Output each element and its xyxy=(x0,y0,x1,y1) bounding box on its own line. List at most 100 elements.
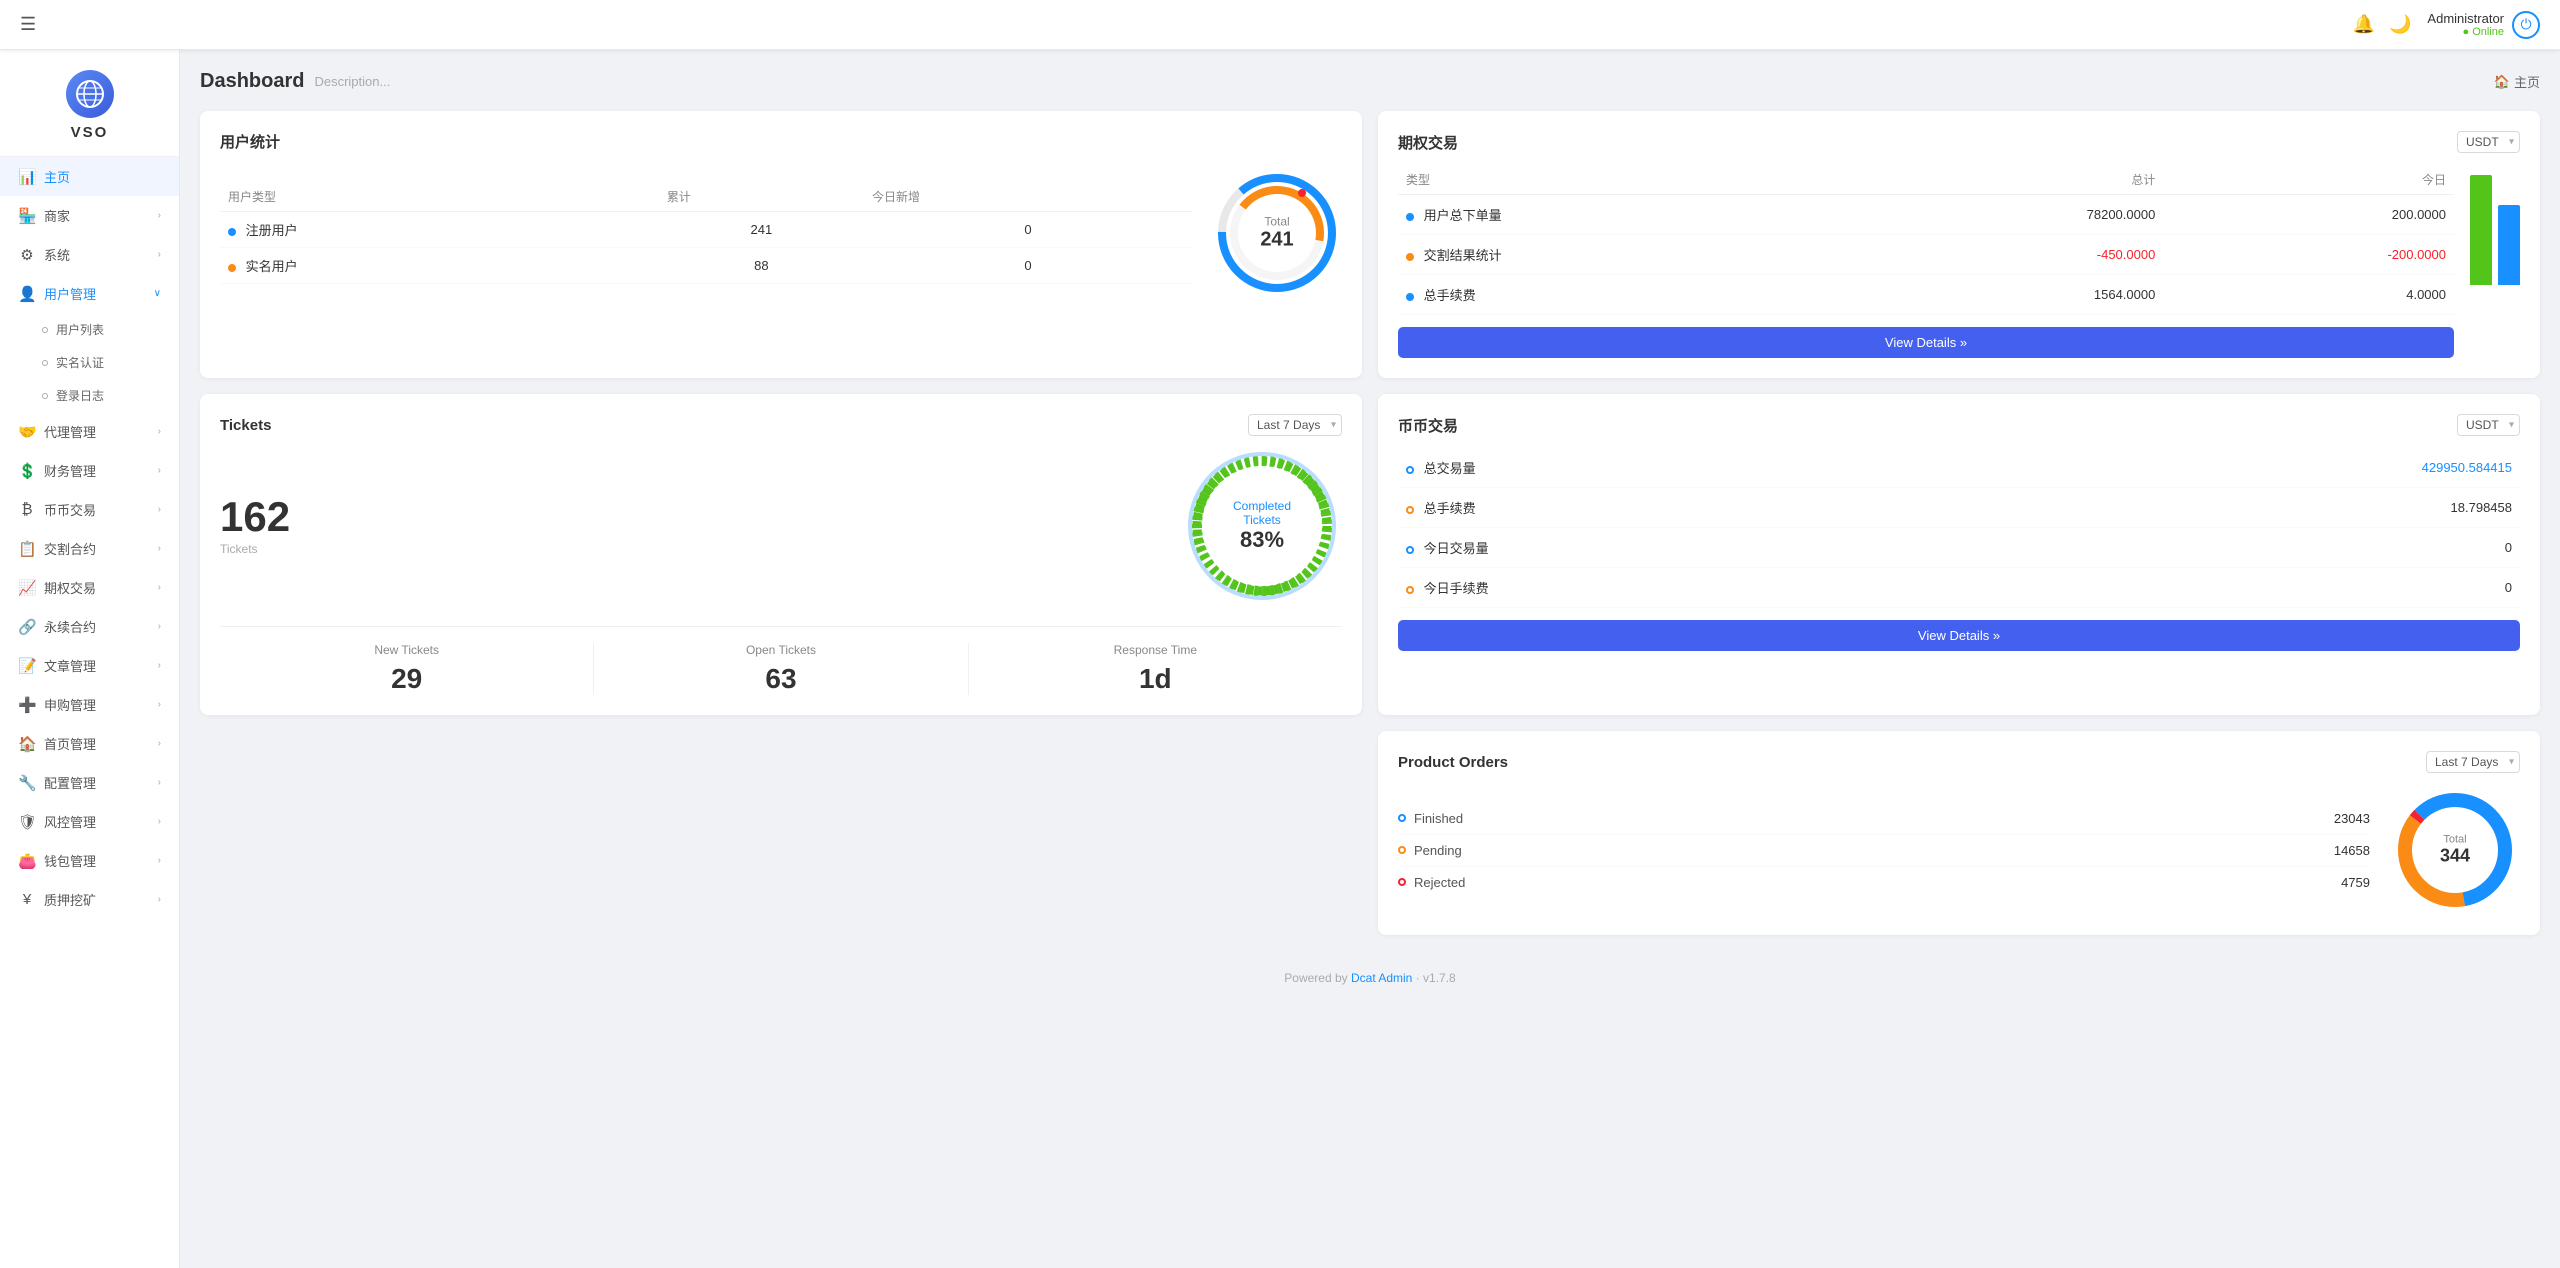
open-tickets-value: 63 xyxy=(594,663,967,695)
table-row: 用户总下单量 78200.0000 200.0000 xyxy=(1398,195,2454,235)
order-item-finished: Finished 23043 xyxy=(1398,803,2370,835)
sidebar-item-risk[interactable]: 🛡 风控管理 › xyxy=(0,802,179,841)
footer-text: Powered by xyxy=(1284,971,1347,985)
sidebar-subitem-userlist[interactable]: 用户列表 xyxy=(0,313,179,346)
tickets-header: Tickets Last 7 Days xyxy=(220,414,1342,436)
sidebar-logo: VSO xyxy=(0,50,179,157)
apply-icon: ➕ xyxy=(18,696,36,714)
sidebar-item-label: 用户管理 xyxy=(44,284,96,303)
user-info: Administrator ● Online ⏻ xyxy=(2427,11,2540,39)
sidebar-item-contract[interactable]: 📋 交割合约 › xyxy=(0,529,179,568)
power-button[interactable]: ⏻ xyxy=(2512,11,2540,39)
circular-label: Completed Tickets 83% xyxy=(1222,499,1302,553)
sidebar-subitem-login-log[interactable]: 登录日志 xyxy=(0,379,179,412)
open-tickets-label: Open Tickets xyxy=(594,643,967,657)
sidebar-item-label: 文章管理 xyxy=(44,656,96,675)
response-time-label: Response Time xyxy=(969,643,1342,657)
futures-table: 类型 总计 今日 用户总下单量 xyxy=(1398,165,2454,315)
coin-currency-select[interactable]: USDT xyxy=(2457,414,2520,436)
sidebar-item-label: 期权交易 xyxy=(44,578,96,597)
tickets-new-stat: New Tickets 29 xyxy=(220,643,594,695)
footer-link[interactable]: Dcat Admin xyxy=(1351,971,1412,985)
sidebar-item-mining[interactable]: ¥ 质押挖矿 › xyxy=(0,880,179,919)
coin-trading-card: 币币交易 USDT 总交易量 4299 xyxy=(1378,394,2540,715)
sidebar-subitem-realname[interactable]: 实名认证 xyxy=(0,346,179,379)
sidebar-item-label: 主页 xyxy=(44,167,70,186)
sidebar-item-homepage[interactable]: 🏠 首页管理 › xyxy=(0,724,179,763)
coin-title: 币币交易 xyxy=(1398,415,1458,436)
user-name: Administrator xyxy=(2427,11,2504,26)
config-icon: 🔧 xyxy=(18,774,36,792)
order-label: Finished xyxy=(1414,811,2334,826)
product-orders-title: Product Orders xyxy=(1398,754,1508,771)
order-dot xyxy=(1398,878,1406,886)
coin-view-details-button[interactable]: View Details » xyxy=(1398,620,2520,651)
sidebar-item-label: 钱包管理 xyxy=(44,851,96,870)
chevron-right-icon: › xyxy=(158,504,161,515)
order-item-pending: Pending 14658 xyxy=(1398,835,2370,867)
sidebar-item-user-mgmt[interactable]: 👤 用户管理 ∨ xyxy=(0,274,179,313)
sidebar-item-coin-trade[interactable]: ₿ 币币交易 › xyxy=(0,490,179,529)
home-breadcrumb[interactable]: 🏠 主页 xyxy=(2494,72,2540,91)
sidebar-item-label: 质押挖矿 xyxy=(44,890,96,909)
page-header-left: Dashboard Description... xyxy=(200,70,390,93)
user-stats-donut: Total 241 xyxy=(1212,168,1342,298)
main-content: Dashboard Description... 🏠 主页 用户统计 xyxy=(180,50,2560,1268)
user-stats-title: 用户统计 xyxy=(220,131,1342,152)
sidebar-item-perpetual[interactable]: 🔗 永续合约 › xyxy=(0,607,179,646)
sidebar-item-apply[interactable]: ➕ 申购管理 › xyxy=(0,685,179,724)
page-header: Dashboard Description... 🏠 主页 xyxy=(200,70,2540,93)
col-total: 累计 xyxy=(659,182,864,212)
dot-icon xyxy=(228,228,236,236)
sidebar-item-merchant[interactable]: 🏪 商家 › xyxy=(0,196,179,235)
user-status: ● Online xyxy=(2427,26,2504,38)
chevron-right-icon: › xyxy=(158,660,161,671)
sidebar-item-wallet[interactable]: 👛 钱包管理 › xyxy=(0,841,179,880)
sidebar-item-label: 首页管理 xyxy=(44,734,96,753)
topbar-left: ☰ xyxy=(20,14,36,35)
page-description: Description... xyxy=(314,74,390,89)
chevron-right-icon: › xyxy=(158,426,161,437)
coin-currency-select-wrap[interactable]: USDT xyxy=(2457,414,2520,436)
product-orders-content: Finished 23043 Pending 14658 Rejected 47… xyxy=(1398,785,2520,915)
tickets-title: Tickets xyxy=(220,417,271,434)
sidebar-item-article[interactable]: 📝 文章管理 › xyxy=(0,646,179,685)
notification-icon[interactable]: 🔔 xyxy=(2353,14,2375,35)
sub-dot-icon xyxy=(42,393,48,399)
sidebar-item-agent-mgmt[interactable]: 🤝 代理管理 › xyxy=(0,412,179,451)
futures-view-details-button[interactable]: View Details » xyxy=(1398,327,2454,358)
perpetual-icon: 🔗 xyxy=(18,618,36,636)
chevron-right-icon: › xyxy=(158,582,161,593)
sidebar-item-label: 交割合约 xyxy=(44,539,96,558)
chevron-right-icon: › xyxy=(158,738,161,749)
chevron-right-icon: › xyxy=(158,210,161,221)
tickets-filter-wrap[interactable]: Last 7 Days xyxy=(1248,414,1342,436)
theme-icon[interactable]: 🌙 xyxy=(2389,14,2411,35)
bottom-left-spacer xyxy=(200,731,1362,935)
product-donut-label: Total 344 xyxy=(2440,834,2470,867)
currency-select-wrap[interactable]: USDT xyxy=(2457,131,2520,153)
user-stats-table: 用户类型 累计 今日新增 注册用户 xyxy=(220,182,1192,284)
sidebar-item-finance[interactable]: 💲 财务管理 › xyxy=(0,451,179,490)
sidebar-item-futures[interactable]: 📈 期权交易 › xyxy=(0,568,179,607)
product-orders-filter-wrap[interactable]: Last 7 Days xyxy=(2426,751,2520,773)
completed-pct: 83% xyxy=(1222,527,1302,553)
hamburger-icon[interactable]: ☰ xyxy=(20,14,36,35)
sidebar-item-dashboard[interactable]: 📊 主页 xyxy=(0,157,179,196)
tickets-left: 162 Tickets xyxy=(220,496,1162,556)
sidebar-item-config[interactable]: 🔧 配置管理 › xyxy=(0,763,179,802)
response-time-value: 1d xyxy=(969,663,1342,695)
product-orders-filter-select[interactable]: Last 7 Days xyxy=(2426,751,2520,773)
user-stats-content: 用户类型 累计 今日新增 注册用户 xyxy=(220,168,1342,298)
col-today: 今日新增 xyxy=(864,182,1192,212)
product-orders-header: Product Orders Last 7 Days xyxy=(1398,751,2520,773)
finance-icon: 💲 xyxy=(18,462,36,480)
tickets-filter-select[interactable]: Last 7 Days xyxy=(1248,414,1342,436)
sidebar-item-system[interactable]: ⚙ 系统 › xyxy=(0,235,179,274)
currency-select[interactable]: USDT xyxy=(2457,131,2520,153)
tickets-bottom: New Tickets 29 Open Tickets 63 Response … xyxy=(220,626,1342,695)
merchant-icon: 🏪 xyxy=(18,207,36,225)
donut-label: Total 241 xyxy=(1260,215,1293,252)
tickets-circular-progress: Completed Tickets 83% xyxy=(1182,446,1342,606)
futures-bar-chart xyxy=(2470,165,2520,285)
